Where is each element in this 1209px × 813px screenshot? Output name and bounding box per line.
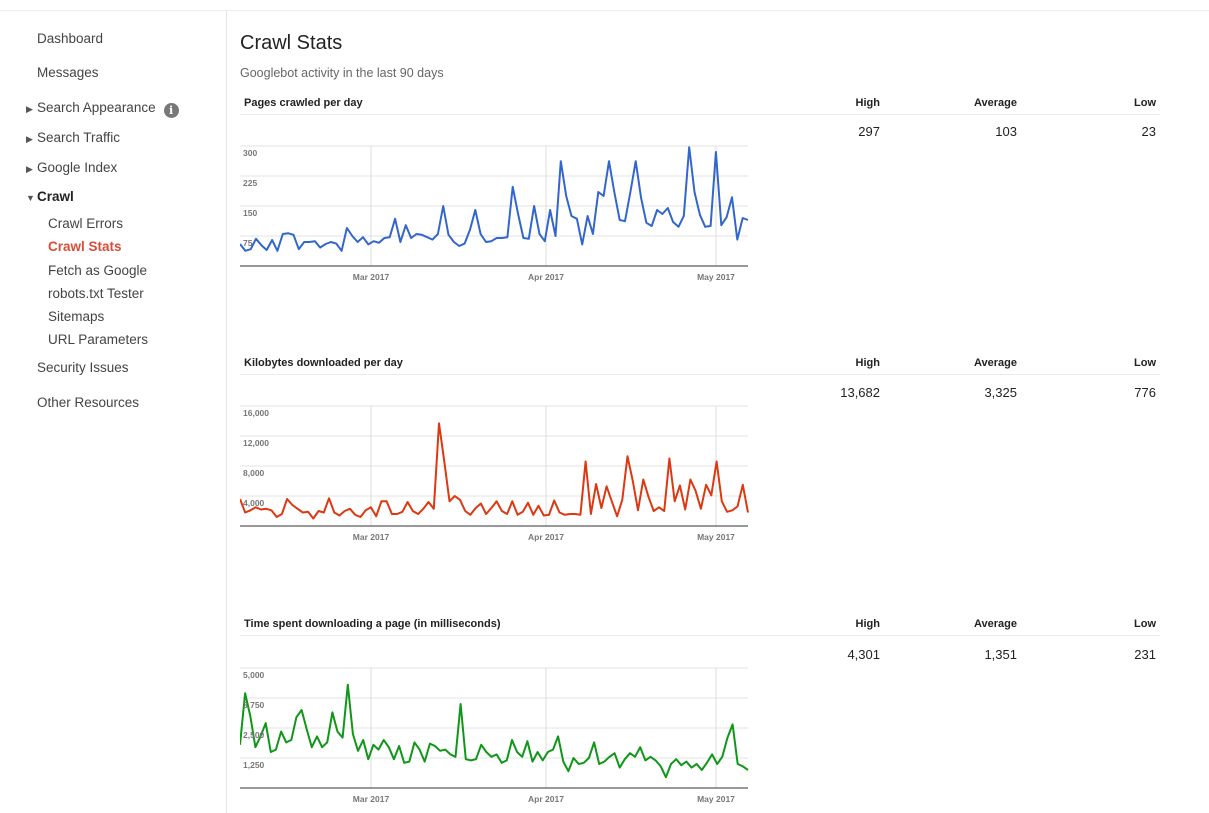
stat-average-value: 3,325 [984, 385, 1017, 400]
kilobytes-chart: 4,000 8,000 12,000 16,000 Mar 2017 Apr 2017 Ma… [240, 405, 749, 542]
y-tick-label: 75 [243, 238, 253, 248]
x-tick-label: Apr 2017 [528, 794, 564, 804]
x-tick-label: May 2017 [697, 794, 735, 804]
series-line [240, 422, 749, 520]
stat-header-high: High [855, 357, 880, 369]
section-divider [240, 635, 1160, 636]
y-tick-label: 3,750 [243, 700, 265, 710]
download-time-chart: 1,250 2,500 3,750 5,000 Mar 2017 Apr 2017 May … [240, 667, 749, 804]
page-title: Crawl Stats [240, 32, 343, 54]
stat-low-value: 23 [1141, 124, 1156, 139]
sidebar-item-label: Google Index [37, 160, 118, 175]
series-line [240, 146, 749, 252]
stat-header-average: Average [973, 97, 1017, 109]
y-tick-label: 300 [243, 148, 257, 158]
sidebar-subitem-sitemaps[interactable]: Sitemaps [48, 309, 104, 324]
stat-high-value: 297 [858, 124, 880, 139]
info-icon[interactable]: i [163, 103, 179, 118]
caret-right-icon: ▶ [26, 104, 33, 114]
stat-low-value: 776 [1134, 385, 1156, 400]
x-tick-label: Mar 2017 [353, 532, 390, 542]
sidebar-item-search-appearance[interactable]: ▶ Search Appearance i [26, 100, 179, 118]
y-tick-label: 2,500 [243, 730, 265, 740]
stat-average-value: 103 [995, 124, 1017, 139]
stat-average-value: 1,351 [984, 647, 1017, 662]
stat-low-value: 231 [1134, 647, 1156, 662]
section-divider [240, 114, 1160, 115]
sidebar-item-messages[interactable]: Messages [37, 65, 99, 80]
caret-right-icon: ▶ [26, 164, 33, 174]
sidebar-item-google-index[interactable]: ▶ Google Index [26, 160, 117, 175]
x-tick-label: Mar 2017 [353, 272, 390, 282]
sidebar-subitem-url-parameters[interactable]: URL Parameters [48, 332, 148, 347]
stat-header-high: High [855, 618, 880, 630]
sidebar-item-dashboard[interactable]: Dashboard [37, 31, 103, 46]
stat-header-high: High [855, 97, 880, 109]
sidebar-subitem-fetch-as-google[interactable]: Fetch as Google [48, 263, 147, 278]
pages-crawled-chart: 75 150 225 300 Mar 2017 Apr 2017 May 2017 [240, 145, 749, 282]
sidebar-item-crawl[interactable]: ▼ Crawl [26, 189, 74, 204]
y-tick-label: 8,000 [243, 468, 265, 478]
section-title-pages-crawled: Pages crawled per day [244, 97, 363, 109]
caret-right-icon: ▶ [26, 134, 33, 144]
sidebar-item-search-traffic[interactable]: ▶ Search Traffic [26, 130, 120, 145]
x-tick-label: Mar 2017 [353, 794, 390, 804]
section-title-kilobytes: Kilobytes downloaded per day [244, 357, 403, 369]
sidebar-item-label: Search Appearance [37, 100, 156, 115]
series-line [240, 683, 749, 779]
stat-high-value: 13,682 [840, 385, 880, 400]
y-tick-label: 225 [243, 178, 257, 188]
sidebar-item-label: Search Traffic [37, 130, 121, 145]
x-tick-label: May 2017 [697, 272, 735, 282]
stat-header-average: Average [973, 357, 1017, 369]
page-subtitle: Googlebot activity in the last 90 days [240, 66, 444, 80]
y-tick-label: 1,250 [243, 760, 265, 770]
x-tick-label: May 2017 [697, 532, 735, 542]
stat-header-low: Low [1134, 618, 1156, 630]
sidebar-item-other-resources[interactable]: Other Resources [37, 395, 139, 410]
sidebar-item-label: Crawl [37, 189, 74, 204]
sidebar-subitem-crawl-errors[interactable]: Crawl Errors [48, 216, 123, 231]
section-title-download-time: Time spent downloading a page (in millis… [244, 618, 501, 630]
stat-high-value: 4,301 [847, 647, 880, 662]
sidebar-item-security-issues[interactable]: Security Issues [37, 360, 129, 375]
y-tick-label: 5,000 [243, 670, 265, 680]
sidebar-subitem-crawl-stats[interactable]: Crawl Stats [48, 239, 122, 254]
stat-header-average: Average [973, 618, 1017, 630]
y-tick-label: 150 [243, 208, 257, 218]
sidebar-subitem-robots-tester[interactable]: robots.txt Tester [48, 286, 144, 301]
section-divider [240, 374, 1160, 375]
y-tick-label: 16,000 [243, 408, 269, 418]
x-tick-label: Apr 2017 [528, 532, 564, 542]
stat-header-low: Low [1134, 357, 1156, 369]
stat-header-low: Low [1134, 97, 1156, 109]
caret-down-icon: ▼ [26, 193, 35, 203]
x-tick-label: Apr 2017 [528, 272, 564, 282]
y-tick-label: 4,000 [243, 498, 265, 508]
y-tick-label: 12,000 [243, 438, 269, 448]
